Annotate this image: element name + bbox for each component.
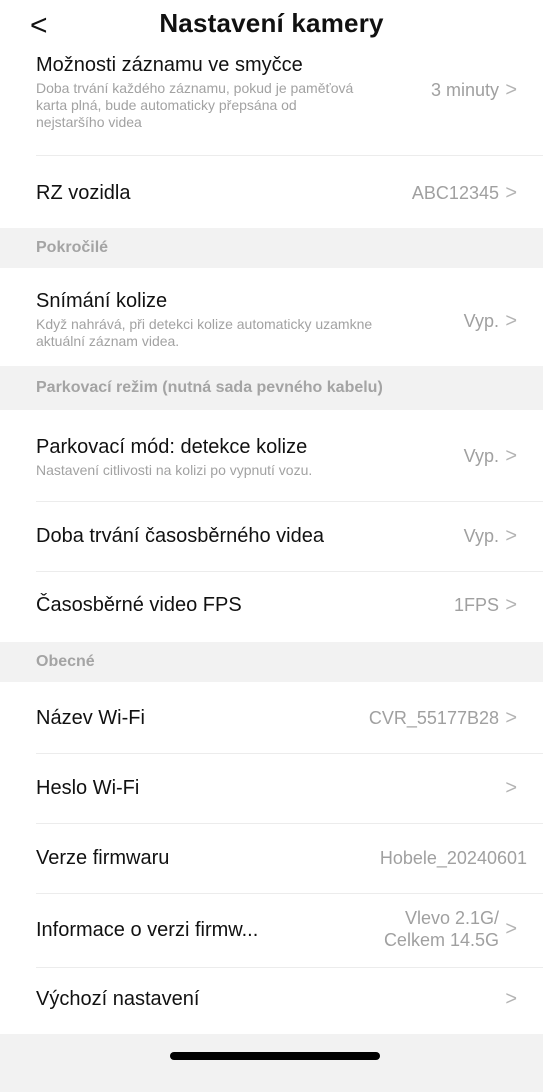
factory-reset-title: Výchozí nastavení [36, 988, 200, 1010]
section-advanced-label: Pokročilé [36, 239, 109, 256]
chevron-right-icon: > [505, 310, 517, 332]
timelapse-fps-title: Časosběrné video FPS [36, 594, 242, 616]
loop-recording-desc-2: karta plná, bude automaticky přepsána od [36, 97, 297, 113]
collision-desc-2: aktuální záznam videa. [36, 333, 180, 349]
timelapse-duration-value: Vyp. [463, 526, 499, 546]
loop-recording-desc-1: Doba trvání každého záznamu, pokud je pa… [36, 80, 354, 96]
timelapse-fps-value: 1FPS [453, 595, 499, 615]
loop-recording-row[interactable]: Možnosti záznamu ve smyčce Doba trvání k… [0, 40, 543, 156]
loop-recording-value: 3 minuty [430, 80, 499, 100]
collision-row[interactable]: Snímání kolize Když nahrává, při detekci… [0, 268, 543, 366]
firmware-info-title: Informace o verzi firmw... [36, 919, 259, 941]
section-general-label: Obecné [36, 653, 95, 670]
section-parking: Parkovací režim (nutná sada pevného kabe… [0, 366, 543, 410]
parking-collision-title: Parkovací mód: detekce kolize [36, 436, 308, 458]
wifi-password-title: Heslo Wi-Fi [36, 777, 140, 799]
factory-reset-row[interactable]: Výchozí nastavení > [0, 968, 543, 1034]
chevron-right-icon: > [505, 445, 517, 467]
wifi-name-value: CVR_55177B28 [368, 708, 499, 728]
timelapse-fps-row[interactable]: Časosběrné video FPS 1FPS > [0, 572, 543, 642]
loop-recording-title: Možnosti záznamu ve smyčce [36, 54, 303, 76]
section-advanced: Pokročilé [0, 228, 543, 268]
chevron-right-icon: > [505, 79, 517, 101]
chevron-right-icon: > [505, 918, 517, 940]
plate-value: ABC12345 [411, 183, 499, 203]
firmware-version-row: Verze firmwaru Hobele_20240601 [0, 824, 543, 894]
plate-title: RZ vozidla [36, 182, 131, 204]
chevron-right-icon: > [505, 594, 517, 616]
parking-collision-desc: Nastavení citlivosti na kolizi po vypnut… [36, 462, 313, 478]
timelapse-duration-row[interactable]: Doba trvání časosběrného videa Vyp. > [0, 502, 543, 572]
collision-title: Snímání kolize [36, 290, 168, 312]
header: < Nastavení kamery [0, 0, 543, 54]
chevron-right-icon: > [505, 182, 517, 204]
wifi-name-title: Název Wi-Fi [36, 707, 145, 729]
collision-value: Vyp. [463, 311, 499, 331]
firmware-info-value-2: Celkem 14.5G [383, 930, 499, 950]
collision-desc-1: Když nahrává, při detekci kolize automat… [36, 316, 373, 332]
firmware-info-row[interactable]: Informace o verzi firmw... Vlevo 2.1G/ C… [0, 894, 543, 968]
wifi-password-row[interactable]: Heslo Wi-Fi > [0, 754, 543, 824]
firmware-version-title: Verze firmwaru [36, 847, 170, 869]
timelapse-duration-title: Doba trvání časosběrného videa [36, 525, 324, 547]
parking-collision-value: Vyp. [463, 446, 499, 466]
parking-collision-row[interactable]: Parkovací mód: detekce kolize Nastavení … [0, 410, 543, 502]
plate-row[interactable]: RZ vozidla ABC12345 > [0, 156, 543, 228]
firmware-version-value: Hobele_20240601 [379, 848, 527, 868]
chevron-right-icon: > [505, 525, 517, 547]
loop-recording-desc-3: nejstaršího videa [36, 114, 142, 130]
home-indicator[interactable] [170, 1052, 380, 1060]
chevron-right-icon: > [505, 777, 517, 799]
firmware-info-value-1: Vlevo 2.1G/ [404, 908, 499, 928]
wifi-name-row[interactable]: Název Wi-Fi CVR_55177B28 > [0, 682, 543, 754]
page-title: Nastavení kamery [159, 8, 384, 38]
chevron-right-icon: > [505, 707, 517, 729]
section-general: Obecné [0, 642, 543, 682]
section-parking-label: Parkovací režim (nutná sada pevného kabe… [36, 379, 383, 396]
chevron-right-icon: > [505, 988, 517, 1010]
